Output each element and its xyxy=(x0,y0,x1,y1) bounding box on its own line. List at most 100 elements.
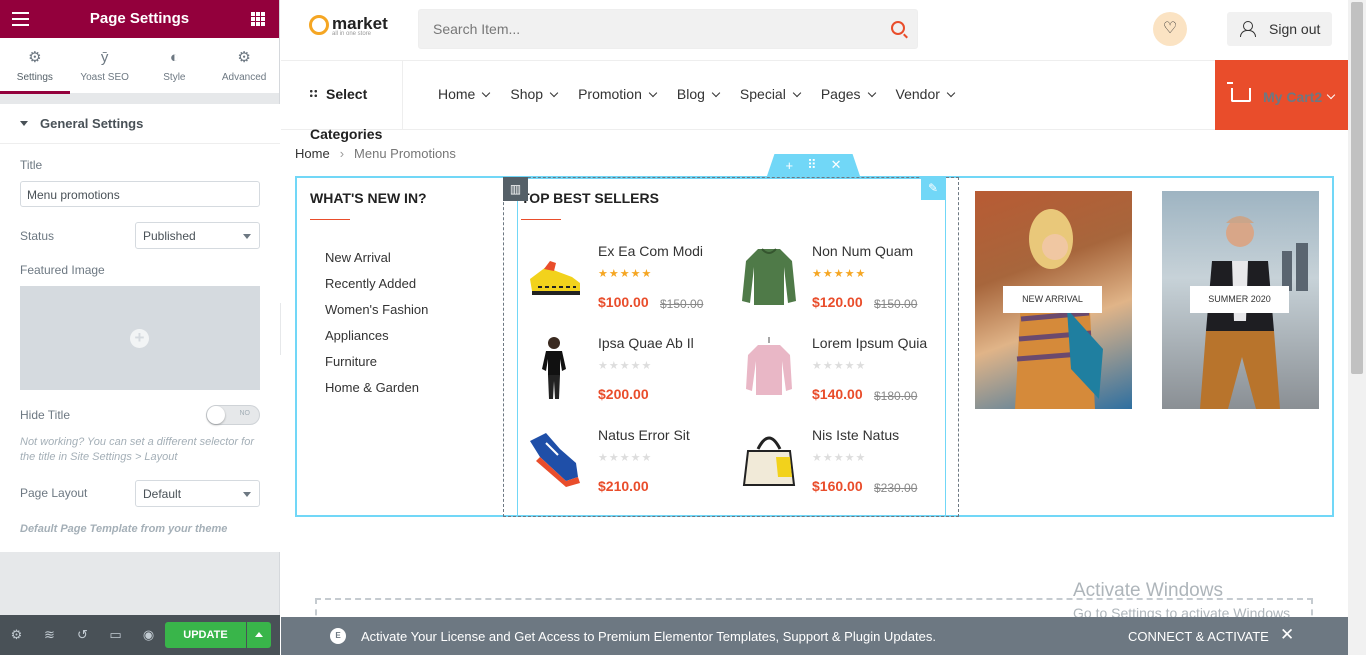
product-card[interactable]: Ipsa Quae Ab Il ★★★★★ $200.00 xyxy=(526,335,726,415)
select-label: Select xyxy=(326,86,368,102)
logo-mark-icon xyxy=(309,15,329,35)
close-icon[interactable]: ✕ xyxy=(1280,625,1294,645)
tab-style[interactable]: ◐ Style xyxy=(140,38,210,93)
responsive-desktop-icon[interactable]: ▭ xyxy=(99,627,132,643)
category-item[interactable]: Furniture xyxy=(325,349,428,375)
star-rating: ★★★★★ xyxy=(812,360,867,372)
product-old-price: $150.00 xyxy=(874,297,918,311)
product-price: $120.00 xyxy=(812,294,863,310)
panel-header: Page Settings xyxy=(0,0,279,38)
menu-item-home[interactable]: Home xyxy=(438,86,489,102)
update-button[interactable]: UPDATE xyxy=(165,622,246,648)
update-options-button[interactable] xyxy=(247,622,271,648)
select-categories-toggle[interactable]: Select xyxy=(309,86,379,102)
star-rating: ★★★★★ xyxy=(598,452,653,464)
chevron-down-icon xyxy=(1326,90,1336,100)
section-title: General Settings xyxy=(40,116,144,131)
my-cart-button[interactable]: My Cart2 xyxy=(1215,60,1348,130)
drag-section-icon[interactable]: ⠿ xyxy=(807,157,817,173)
search-input[interactable]: Search Item... xyxy=(418,9,918,49)
search-icon[interactable] xyxy=(891,21,905,35)
license-notice-bar: E Activate Your License and Get Access t… xyxy=(281,617,1348,655)
tab-label: Yoast SEO xyxy=(80,72,129,83)
settings-gear-icon[interactable]: ⚙ xyxy=(0,627,33,643)
menu-item-blog[interactable]: Blog xyxy=(677,86,719,102)
preview-eye-icon[interactable]: ◉ xyxy=(132,627,165,643)
product-card[interactable]: Natus Error Sit ★★★★★ $210.00 xyxy=(526,427,726,507)
product-name: Ipsa Quae Ab Il xyxy=(598,335,694,351)
featured-image-picker[interactable]: + xyxy=(20,286,260,390)
best-sellers-heading: TOP BEST SELLERS xyxy=(521,190,659,206)
grid-icon xyxy=(309,89,318,98)
product-card[interactable]: Nis Iste Natus ★★★★★ $160.00 $230.00 xyxy=(740,427,940,507)
menu-item-promotion[interactable]: Promotion xyxy=(578,86,656,102)
category-item[interactable]: Appliances xyxy=(325,323,428,349)
elementor-logo-icon: E xyxy=(330,628,346,644)
panel-body: General Settings Title Menu promotions S… xyxy=(0,104,280,552)
wishlist-heart-icon[interactable]: ♡ xyxy=(1153,12,1187,46)
hide-title-toggle[interactable]: NO xyxy=(206,405,260,425)
category-item[interactable]: Women's Fashion xyxy=(325,297,428,323)
gear-icon: ⚙ xyxy=(237,49,251,66)
menu-item-vendor[interactable]: Vendor xyxy=(896,86,954,102)
widgets-grid-icon[interactable] xyxy=(251,12,265,26)
banner-label: SUMMER 2020 xyxy=(1190,286,1289,313)
product-price: $100.00 xyxy=(598,294,649,310)
category-item[interactable]: Home & Garden xyxy=(325,375,428,401)
star-rating: ★★★★★ xyxy=(812,268,867,280)
gear-icon: ⚙ xyxy=(28,49,42,66)
general-settings-section-toggle[interactable]: General Settings xyxy=(0,104,280,144)
tab-settings[interactable]: ⚙ Settings xyxy=(0,38,70,94)
product-image-handbag xyxy=(742,436,796,486)
featured-image-label: Featured Image xyxy=(20,263,105,277)
site-logo[interactable]: market all in one store xyxy=(309,14,404,40)
nav-divider xyxy=(402,60,403,130)
page-scrollbar[interactable] xyxy=(1348,0,1366,655)
add-section-icon[interactable]: + xyxy=(785,158,793,173)
panel-tabs: ⚙ Settings ȳ Yoast SEO ◐ Style ⚙ Advanced xyxy=(0,38,279,94)
product-image-model xyxy=(542,337,566,399)
tab-advanced[interactable]: ⚙ Advanced xyxy=(209,38,279,93)
hide-title-label: Hide Title xyxy=(20,408,71,422)
contrast-icon: ◐ xyxy=(169,49,179,66)
menu-item-pages[interactable]: Pages xyxy=(821,86,875,102)
tab-yoast-seo[interactable]: ȳ Yoast SEO xyxy=(70,38,140,93)
column-handle-icon[interactable]: ▥ xyxy=(503,177,528,201)
product-card[interactable]: Lorem Ipsum Quia ★★★★★ $140.00 $180.00 xyxy=(740,335,940,415)
connect-activate-link[interactable]: CONNECT & ACTIVATE xyxy=(1128,629,1269,644)
product-price: $160.00 xyxy=(812,478,863,494)
delete-section-icon[interactable]: ✕ xyxy=(831,157,842,173)
sign-out-button[interactable]: Sign out xyxy=(1227,12,1332,46)
status-select[interactable]: Published xyxy=(135,222,260,249)
product-old-price: $150.00 xyxy=(660,297,704,311)
breadcrumb-separator: › xyxy=(339,146,345,161)
edit-widget-pencil-icon[interactable]: ✎ xyxy=(921,176,945,200)
banner-new-arrival[interactable]: NEW ARRIVAL xyxy=(975,191,1132,409)
category-item[interactable]: Recently Added xyxy=(325,271,428,297)
cart-icon xyxy=(1227,82,1251,102)
history-icon[interactable]: ↺ xyxy=(66,627,99,643)
star-rating: ★★★★★ xyxy=(598,268,653,280)
panel-footer: ⚙ ≋ ↺ ▭ ◉ UPDATE xyxy=(0,615,280,655)
product-card[interactable]: Non Num Quam ★★★★★ $120.00 $150.00 xyxy=(740,243,940,323)
product-price: $140.00 xyxy=(812,386,863,402)
navigator-layers-icon[interactable]: ≋ xyxy=(33,627,66,643)
banner-label: NEW ARRIVAL xyxy=(1003,286,1102,313)
page-layout-select[interactable]: Default xyxy=(135,480,260,507)
menu-item-special[interactable]: Special xyxy=(740,86,800,102)
product-card[interactable]: Ex Ea Com Modi ★★★★★ $100.00 $150.00 xyxy=(526,243,726,323)
scrollbar-thumb[interactable] xyxy=(1351,2,1363,374)
status-label: Status xyxy=(20,229,55,243)
breadcrumb-home[interactable]: Home xyxy=(295,146,330,161)
section-handle[interactable]: + ⠿ ✕ xyxy=(767,154,860,176)
tab-label: Style xyxy=(163,72,186,83)
banner-summer-2020[interactable]: SUMMER 2020 xyxy=(1162,191,1319,409)
menu-item-shop[interactable]: Shop xyxy=(510,86,557,102)
activate-windows-watermark: Activate Windows xyxy=(1073,580,1223,601)
product-name: Nis Iste Natus xyxy=(812,427,900,443)
star-rating: ★★★★★ xyxy=(812,452,867,464)
product-price: $200.00 xyxy=(598,386,649,402)
title-input[interactable]: Menu promotions xyxy=(20,181,260,207)
title-label: Title xyxy=(20,158,43,172)
category-item[interactable]: New Arrival xyxy=(325,245,428,271)
